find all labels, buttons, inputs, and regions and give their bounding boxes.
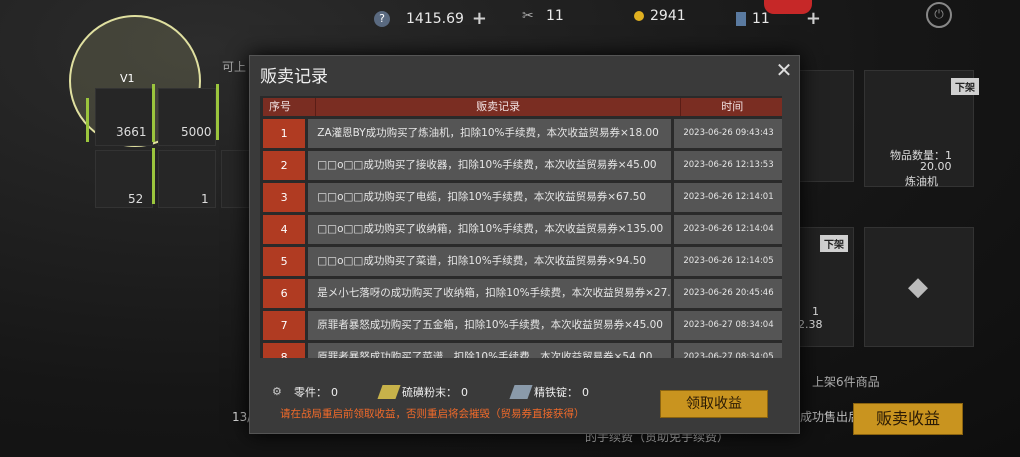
resource-tools: ✂ 11 — [522, 8, 564, 24]
add-icon[interactable]: + — [472, 8, 487, 29]
inventory-slot[interactable] — [95, 150, 153, 208]
close-icon[interactable]: ✕ — [773, 59, 795, 81]
table-row: 7 原罪者暴怒成功购买了五金箱，扣除10%手续费，本次收益贸易券×45.00 2… — [263, 311, 782, 340]
durability-bar — [152, 148, 155, 204]
table-header: 序号 贩卖记录 时间 — [263, 98, 782, 116]
dialog-footer: ⚙ 零件： 0 硫磺粉末： 0 精铁锭： 0 请在战局重启前领取收益，否则重启将… — [250, 374, 799, 434]
coin-icon — [634, 11, 644, 21]
iron-ingot-icon — [509, 385, 533, 399]
table-row: 6 是メ小七落呀の成功购买了收纳箱，扣除10%手续费，本次收益贸易券×27.00… — [263, 279, 782, 308]
shop-slot[interactable] — [798, 70, 854, 182]
table-row: 4 □□o□□成功购买了收纳箱，扣除10%手续费，本次收益贸易券×135.00 … — [263, 215, 782, 244]
iron-counter: 精铁锭： 0 — [509, 384, 589, 400]
parts-counter: ⚙ 零件： 0 — [272, 385, 338, 399]
durability-bar — [86, 98, 89, 142]
sales-record-dialog: 贩卖记录 ✕ 序号 贩卖记录 时间 1 ZA灌恩BY成功购买了炼油机，扣除10%… — [249, 55, 800, 434]
tools-icon: ✂ — [522, 8, 534, 24]
power-icon[interactable]: ⏻ — [926, 2, 952, 28]
sulfur-icon — [377, 385, 401, 399]
dialog-title: 贩卖记录 — [260, 67, 328, 87]
column-header-record: 贩卖记录 — [316, 98, 682, 116]
table-row: 3 □□o□□成功购买了电缆，扣除10%手续费，本次收益贸易券×67.50 20… — [263, 183, 782, 212]
column-header-time: 时间 — [721, 100, 744, 113]
card-icon — [736, 11, 746, 26]
resource-gold: 2941 — [634, 8, 686, 24]
delist-tag[interactable]: 下架 — [951, 78, 979, 95]
warning-text: 请在战局重启前领取收益，否则重启将会摧毁（贸易券直接获得） — [280, 408, 585, 420]
table-row: 5 □□o□□成功购买了菜谱，扣除10%手续费，本次收益贸易券×94.50 20… — [263, 247, 782, 276]
column-header-seq: 序号 — [263, 98, 316, 116]
lock-icon: ◆ — [908, 272, 928, 302]
parts-icon: ⚙ — [272, 385, 282, 398]
resource-trade-coupon: ? 1415.69 + — [374, 8, 487, 29]
table-row: 2 □□o□□成功购买了接收器，扣除10%手续费，本次收益贸易券×45.00 2… — [263, 151, 782, 180]
table-row: 1 ZA灌恩BY成功购买了炼油机，扣除10%手续费，本次收益贸易券×18.00 … — [263, 119, 782, 148]
inventory-slot[interactable] — [221, 150, 251, 208]
notification-badge[interactable] — [764, 0, 812, 14]
durability-bar — [216, 84, 219, 140]
delist-tag[interactable]: 下架 — [820, 235, 848, 252]
sales-table[interactable]: 序号 贩卖记录 时间 1 ZA灌恩BY成功购买了炼油机，扣除10%手续费，本次收… — [260, 96, 782, 358]
minimap-label: V1 — [120, 72, 135, 85]
durability-bar — [152, 84, 155, 142]
table-row: 8 原罪者暴怒成功购买了菜谱，扣除10%手续费，本次收益贸易券×54.00 20… — [263, 343, 782, 358]
help-icon[interactable]: ? — [374, 10, 390, 27]
tab-hint: 可上 — [222, 60, 247, 74]
claim-revenue-button[interactable]: 领取收益 — [660, 390, 768, 418]
sell-revenue-button[interactable]: 贩卖收益 — [853, 403, 963, 435]
sulfur-counter: 硫磺粉末： 0 — [377, 384, 468, 400]
